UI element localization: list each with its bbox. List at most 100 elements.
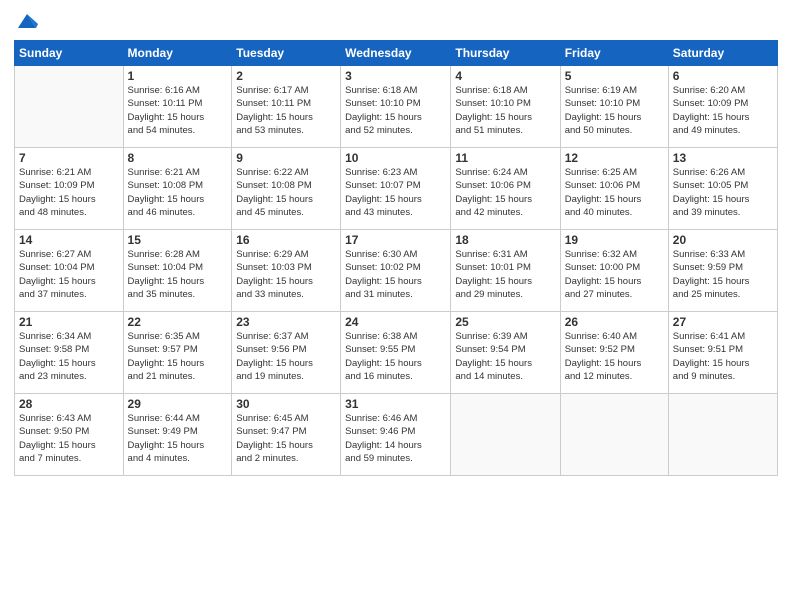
day-info: Sunrise: 6:43 AM Sunset: 9:50 PM Dayligh… <box>19 412 119 465</box>
day-info: Sunrise: 6:31 AM Sunset: 10:01 PM Daylig… <box>455 248 555 301</box>
calendar-cell <box>451 394 560 476</box>
day-number: 8 <box>128 151 228 165</box>
calendar-table: SundayMondayTuesdayWednesdayThursdayFrid… <box>14 40 778 476</box>
calendar-cell: 20Sunrise: 6:33 AM Sunset: 9:59 PM Dayli… <box>668 230 777 312</box>
week-row-5: 28Sunrise: 6:43 AM Sunset: 9:50 PM Dayli… <box>15 394 778 476</box>
calendar-cell <box>560 394 668 476</box>
week-row-2: 7Sunrise: 6:21 AM Sunset: 10:09 PM Dayli… <box>15 148 778 230</box>
logo <box>14 10 38 32</box>
day-number: 4 <box>455 69 555 83</box>
logo-icon <box>16 10 38 32</box>
day-info: Sunrise: 6:45 AM Sunset: 9:47 PM Dayligh… <box>236 412 336 465</box>
day-number: 21 <box>19 315 119 329</box>
calendar-cell: 28Sunrise: 6:43 AM Sunset: 9:50 PM Dayli… <box>15 394 124 476</box>
day-info: Sunrise: 6:25 AM Sunset: 10:06 PM Daylig… <box>565 166 664 219</box>
day-number: 20 <box>673 233 773 247</box>
calendar-cell: 2Sunrise: 6:17 AM Sunset: 10:11 PM Dayli… <box>232 66 341 148</box>
calendar-cell: 15Sunrise: 6:28 AM Sunset: 10:04 PM Dayl… <box>123 230 232 312</box>
calendar-cell: 11Sunrise: 6:24 AM Sunset: 10:06 PM Dayl… <box>451 148 560 230</box>
logo-general <box>14 10 38 32</box>
calendar-cell <box>15 66 124 148</box>
calendar-cell: 5Sunrise: 6:19 AM Sunset: 10:10 PM Dayli… <box>560 66 668 148</box>
calendar-cell: 10Sunrise: 6:23 AM Sunset: 10:07 PM Dayl… <box>341 148 451 230</box>
calendar-cell: 26Sunrise: 6:40 AM Sunset: 9:52 PM Dayli… <box>560 312 668 394</box>
day-number: 19 <box>565 233 664 247</box>
page: SundayMondayTuesdayWednesdayThursdayFrid… <box>0 0 792 612</box>
day-info: Sunrise: 6:30 AM Sunset: 10:02 PM Daylig… <box>345 248 446 301</box>
calendar-header-row: SundayMondayTuesdayWednesdayThursdayFrid… <box>15 41 778 66</box>
day-info: Sunrise: 6:22 AM Sunset: 10:08 PM Daylig… <box>236 166 336 219</box>
calendar-cell: 27Sunrise: 6:41 AM Sunset: 9:51 PM Dayli… <box>668 312 777 394</box>
day-header-saturday: Saturday <box>668 41 777 66</box>
day-number: 12 <box>565 151 664 165</box>
calendar-cell: 16Sunrise: 6:29 AM Sunset: 10:03 PM Dayl… <box>232 230 341 312</box>
day-info: Sunrise: 6:37 AM Sunset: 9:56 PM Dayligh… <box>236 330 336 383</box>
day-number: 29 <box>128 397 228 411</box>
day-info: Sunrise: 6:41 AM Sunset: 9:51 PM Dayligh… <box>673 330 773 383</box>
calendar-cell: 18Sunrise: 6:31 AM Sunset: 10:01 PM Dayl… <box>451 230 560 312</box>
day-number: 7 <box>19 151 119 165</box>
day-info: Sunrise: 6:40 AM Sunset: 9:52 PM Dayligh… <box>565 330 664 383</box>
day-info: Sunrise: 6:17 AM Sunset: 10:11 PM Daylig… <box>236 84 336 137</box>
day-number: 28 <box>19 397 119 411</box>
day-header-thursday: Thursday <box>451 41 560 66</box>
calendar-cell: 24Sunrise: 6:38 AM Sunset: 9:55 PM Dayli… <box>341 312 451 394</box>
calendar-cell: 13Sunrise: 6:26 AM Sunset: 10:05 PM Dayl… <box>668 148 777 230</box>
day-info: Sunrise: 6:33 AM Sunset: 9:59 PM Dayligh… <box>673 248 773 301</box>
calendar-cell: 8Sunrise: 6:21 AM Sunset: 10:08 PM Dayli… <box>123 148 232 230</box>
header <box>14 10 778 32</box>
calendar-cell: 23Sunrise: 6:37 AM Sunset: 9:56 PM Dayli… <box>232 312 341 394</box>
day-info: Sunrise: 6:39 AM Sunset: 9:54 PM Dayligh… <box>455 330 555 383</box>
day-number: 17 <box>345 233 446 247</box>
day-number: 27 <box>673 315 773 329</box>
day-header-friday: Friday <box>560 41 668 66</box>
calendar-cell: 7Sunrise: 6:21 AM Sunset: 10:09 PM Dayli… <box>15 148 124 230</box>
calendar-cell: 31Sunrise: 6:46 AM Sunset: 9:46 PM Dayli… <box>341 394 451 476</box>
day-number: 18 <box>455 233 555 247</box>
day-header-sunday: Sunday <box>15 41 124 66</box>
calendar-cell: 3Sunrise: 6:18 AM Sunset: 10:10 PM Dayli… <box>341 66 451 148</box>
calendar-cell: 30Sunrise: 6:45 AM Sunset: 9:47 PM Dayli… <box>232 394 341 476</box>
day-info: Sunrise: 6:21 AM Sunset: 10:09 PM Daylig… <box>19 166 119 219</box>
day-number: 14 <box>19 233 119 247</box>
week-row-1: 1Sunrise: 6:16 AM Sunset: 10:11 PM Dayli… <box>15 66 778 148</box>
day-info: Sunrise: 6:35 AM Sunset: 9:57 PM Dayligh… <box>128 330 228 383</box>
calendar-cell: 6Sunrise: 6:20 AM Sunset: 10:09 PM Dayli… <box>668 66 777 148</box>
day-info: Sunrise: 6:21 AM Sunset: 10:08 PM Daylig… <box>128 166 228 219</box>
day-number: 24 <box>345 315 446 329</box>
day-number: 2 <box>236 69 336 83</box>
day-number: 9 <box>236 151 336 165</box>
day-info: Sunrise: 6:18 AM Sunset: 10:10 PM Daylig… <box>345 84 446 137</box>
week-row-3: 14Sunrise: 6:27 AM Sunset: 10:04 PM Dayl… <box>15 230 778 312</box>
day-number: 6 <box>673 69 773 83</box>
day-number: 23 <box>236 315 336 329</box>
calendar-cell: 4Sunrise: 6:18 AM Sunset: 10:10 PM Dayli… <box>451 66 560 148</box>
day-info: Sunrise: 6:20 AM Sunset: 10:09 PM Daylig… <box>673 84 773 137</box>
calendar-cell: 21Sunrise: 6:34 AM Sunset: 9:58 PM Dayli… <box>15 312 124 394</box>
day-info: Sunrise: 6:29 AM Sunset: 10:03 PM Daylig… <box>236 248 336 301</box>
day-header-wednesday: Wednesday <box>341 41 451 66</box>
day-info: Sunrise: 6:26 AM Sunset: 10:05 PM Daylig… <box>673 166 773 219</box>
day-number: 15 <box>128 233 228 247</box>
day-header-monday: Monday <box>123 41 232 66</box>
day-number: 10 <box>345 151 446 165</box>
calendar-cell: 19Sunrise: 6:32 AM Sunset: 10:00 PM Dayl… <box>560 230 668 312</box>
day-info: Sunrise: 6:28 AM Sunset: 10:04 PM Daylig… <box>128 248 228 301</box>
day-number: 22 <box>128 315 228 329</box>
day-number: 11 <box>455 151 555 165</box>
day-number: 1 <box>128 69 228 83</box>
calendar-cell: 9Sunrise: 6:22 AM Sunset: 10:08 PM Dayli… <box>232 148 341 230</box>
calendar-cell: 29Sunrise: 6:44 AM Sunset: 9:49 PM Dayli… <box>123 394 232 476</box>
day-info: Sunrise: 6:19 AM Sunset: 10:10 PM Daylig… <box>565 84 664 137</box>
calendar-cell: 22Sunrise: 6:35 AM Sunset: 9:57 PM Dayli… <box>123 312 232 394</box>
day-info: Sunrise: 6:18 AM Sunset: 10:10 PM Daylig… <box>455 84 555 137</box>
day-number: 26 <box>565 315 664 329</box>
day-info: Sunrise: 6:24 AM Sunset: 10:06 PM Daylig… <box>455 166 555 219</box>
day-number: 31 <box>345 397 446 411</box>
day-info: Sunrise: 6:16 AM Sunset: 10:11 PM Daylig… <box>128 84 228 137</box>
week-row-4: 21Sunrise: 6:34 AM Sunset: 9:58 PM Dayli… <box>15 312 778 394</box>
day-info: Sunrise: 6:46 AM Sunset: 9:46 PM Dayligh… <box>345 412 446 465</box>
day-info: Sunrise: 6:44 AM Sunset: 9:49 PM Dayligh… <box>128 412 228 465</box>
day-number: 25 <box>455 315 555 329</box>
day-number: 16 <box>236 233 336 247</box>
